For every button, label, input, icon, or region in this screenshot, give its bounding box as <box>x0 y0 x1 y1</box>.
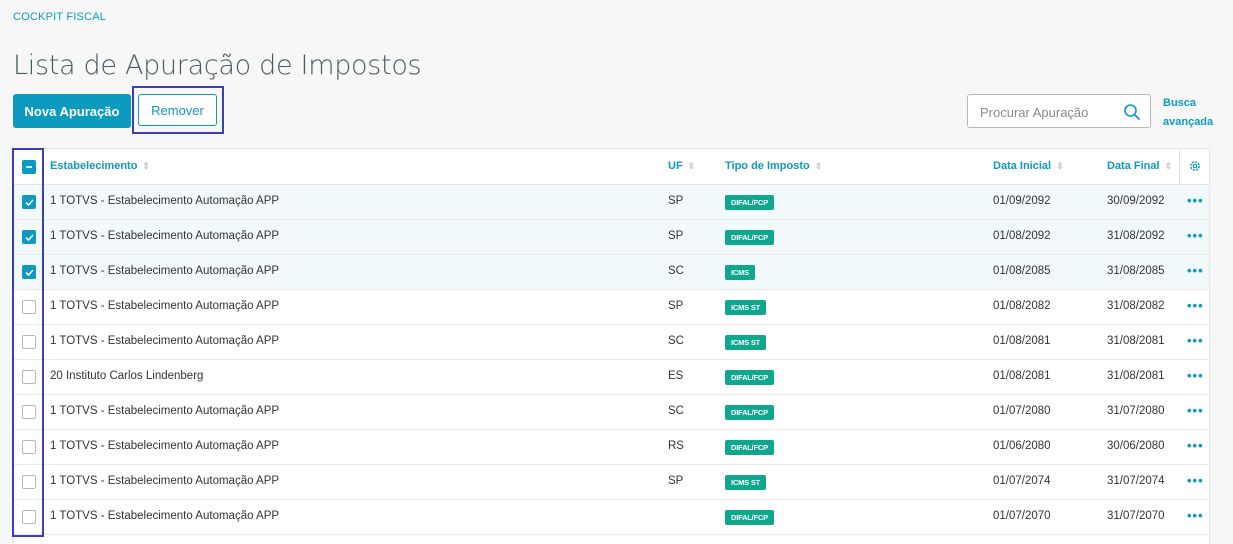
cell-data-final: 31/07/2074 <box>1107 475 1165 487</box>
search-input[interactable] <box>978 102 1122 122</box>
remove-button[interactable]: Remover <box>138 94 217 126</box>
cell-uf: SP <box>668 230 684 242</box>
more-actions-icon[interactable]: ••• <box>1187 333 1204 348</box>
cell-data-final: 31/08/2081 <box>1107 335 1165 347</box>
more-actions-icon[interactable]: ••• <box>1187 403 1204 418</box>
cell-data-inicial: 01/08/2081 <box>993 370 1051 382</box>
cell-data-inicial: 01/08/2085 <box>993 265 1051 277</box>
cell-uf: SP <box>668 300 684 312</box>
cell-uf: SP <box>668 195 684 207</box>
cell-data-final: 31/08/2081 <box>1107 370 1165 382</box>
table-row[interactable]: 1 TOTVS - Estabelecimento Automação APP S… <box>14 395 1209 430</box>
tax-type-badge: DIFAL/FCP <box>725 510 774 525</box>
page-title: Lista de Apuração de Impostos <box>13 50 422 81</box>
cell-estabelecimento: 1 TOTVS - Estabelecimento Automação APP <box>50 195 280 207</box>
cell-estabelecimento: 1 TOTVS - Estabelecimento Automação APP <box>50 335 280 347</box>
search-box <box>967 94 1151 128</box>
cell-uf: SC <box>668 265 684 277</box>
gear-icon[interactable] <box>1188 159 1202 173</box>
tax-type-badge: DIFAL/FCP <box>725 195 774 210</box>
tax-type-badge: DIFAL/FCP <box>725 370 774 385</box>
cell-data-inicial: 01/07/2080 <box>993 405 1051 417</box>
more-actions-icon[interactable]: ••• <box>1187 228 1204 243</box>
table-row[interactable]: 20 Instituto Carlos Lindenberg ES DIFAL/FC… <box>14 360 1209 395</box>
cell-estabelecimento: 1 TOTVS - Estabelecimento Automação APP <box>50 440 280 452</box>
breadcrumb[interactable]: COCKPIT FISCAL <box>13 11 106 23</box>
cell-estabelecimento: 1 TOTVS - Estabelecimento Automação APP <box>50 510 280 522</box>
cell-uf: SC <box>668 335 684 347</box>
table-row[interactable]: 1 TOTVS - Estabelecimento Automação APP D… <box>14 500 1209 535</box>
header-uf-label: UF <box>668 160 683 172</box>
table-row[interactable]: 1 TOTVS - Estabelecimento Automação APP S… <box>14 185 1209 220</box>
cell-uf: ES <box>668 370 684 382</box>
header-tipo-label: Tipo de Imposto <box>725 160 810 172</box>
cell-uf: SP <box>668 475 684 487</box>
cell-uf: RS <box>668 440 684 452</box>
advanced-search-line1: Busca <box>1163 97 1197 109</box>
cell-data-inicial: 01/08/2082 <box>993 300 1051 312</box>
tax-type-badge: ICMS <box>725 265 755 280</box>
column-divider <box>1179 149 1180 185</box>
sort-icon: ⇕ <box>1164 161 1173 171</box>
cell-estabelecimento: 1 TOTVS - Estabelecimento Automação APP <box>50 230 280 242</box>
table-row[interactable]: 1 TOTVS - Estabelecimento Automação APP S… <box>14 325 1209 360</box>
cell-data-final: 30/09/2092 <box>1107 195 1165 207</box>
search-icon[interactable] <box>1123 103 1141 121</box>
advanced-search-line2: avançada <box>1163 116 1214 128</box>
more-actions-icon[interactable]: ••• <box>1187 508 1204 523</box>
cell-data-final: 31/08/2085 <box>1107 265 1165 277</box>
new-apuracao-button[interactable]: Nova Apuração <box>13 94 131 128</box>
more-actions-icon[interactable]: ••• <box>1187 193 1204 208</box>
table-row[interactable]: 1 TOTVS - Estabelecimento Automação APP R… <box>14 430 1209 465</box>
cell-data-final: 31/07/2080 <box>1107 405 1165 417</box>
cell-data-final: 31/08/2092 <box>1107 230 1165 242</box>
sort-icon: ⇕ <box>142 161 150 171</box>
tax-type-badge: ICMS ST <box>725 300 767 315</box>
sort-icon: ⇕ <box>814 161 823 171</box>
checkbox-column-highlight <box>12 148 44 537</box>
cell-data-inicial: 01/07/2070 <box>993 510 1051 522</box>
more-actions-icon[interactable]: ••• <box>1187 438 1204 453</box>
header-data-inicial[interactable]: Data Inicial ⇕ <box>993 160 1064 172</box>
cell-estabelecimento: 20 Instituto Carlos Lindenberg <box>50 370 204 382</box>
more-actions-icon[interactable]: ••• <box>1187 368 1204 383</box>
cell-estabelecimento: 1 TOTVS - Estabelecimento Automação APP <box>50 475 280 487</box>
cell-data-final: 30/06/2080 <box>1107 440 1165 452</box>
tax-type-badge: DIFAL/FCP <box>725 405 774 420</box>
table-row[interactable]: 1 TOTVS - Estabelecimento Automação APP S… <box>14 465 1209 500</box>
tax-type-badge: DIFAL/FCP <box>725 230 774 245</box>
cell-data-inicial: 01/07/2074 <box>993 475 1051 487</box>
cell-data-inicial: 01/09/2092 <box>993 195 1051 207</box>
table-row[interactable]: 1 TOTVS - Estabelecimento Automação APP S… <box>14 255 1209 290</box>
more-actions-icon[interactable]: ••• <box>1187 473 1204 488</box>
advanced-search-link[interactable]: Busca avançada <box>1163 94 1223 132</box>
cell-data-inicial: 01/06/2080 <box>993 440 1051 452</box>
tax-type-badge: ICMS ST <box>725 475 767 490</box>
header-fim-label: Data Final <box>1107 160 1160 172</box>
table-row[interactable]: 1 TOTVS - Estabelecimento Automação APP S… <box>14 290 1209 325</box>
header-data-final[interactable]: Data Final ⇕ <box>1107 160 1172 172</box>
apuracao-table: Estabelecimento ⇕ UF ⇕ Tipo de Imposto ⇕ Da… <box>13 148 1210 544</box>
header-estabelecimento-label: Estabelecimento <box>50 160 138 172</box>
cell-data-final: 31/08/2082 <box>1107 300 1165 312</box>
cell-estabelecimento: 1 TOTVS - Estabelecimento Automação APP <box>50 405 280 417</box>
table-header: Estabelecimento ⇕ UF ⇕ Tipo de Imposto ⇕ Da… <box>14 149 1209 185</box>
sort-icon: ⇕ <box>1056 161 1064 171</box>
header-estabelecimento[interactable]: Estabelecimento ⇕ <box>50 160 150 172</box>
sort-icon: ⇕ <box>687 161 696 171</box>
more-actions-icon[interactable]: ••• <box>1187 298 1204 313</box>
cell-uf: SC <box>668 405 684 417</box>
header-tipo-imposto[interactable]: Tipo de Imposto ⇕ <box>725 160 822 172</box>
cell-estabelecimento: 1 TOTVS - Estabelecimento Automação APP <box>50 265 280 277</box>
tax-type-badge: ICMS ST <box>725 335 767 350</box>
tax-type-badge: DIFAL/FCP <box>725 440 774 455</box>
cell-data-inicial: 01/08/2092 <box>993 230 1051 242</box>
more-actions-icon[interactable]: ••• <box>1187 263 1204 278</box>
header-uf[interactable]: UF ⇕ <box>668 160 695 172</box>
header-inicio-label: Data Inicial <box>993 160 1052 172</box>
cell-data-inicial: 01/08/2081 <box>993 335 1051 347</box>
table-row[interactable]: 1 TOTVS - Estabelecimento Automação APP S… <box>14 220 1209 255</box>
cell-data-final: 31/07/2070 <box>1107 510 1165 522</box>
cell-estabelecimento: 1 TOTVS - Estabelecimento Automação APP <box>50 300 280 312</box>
